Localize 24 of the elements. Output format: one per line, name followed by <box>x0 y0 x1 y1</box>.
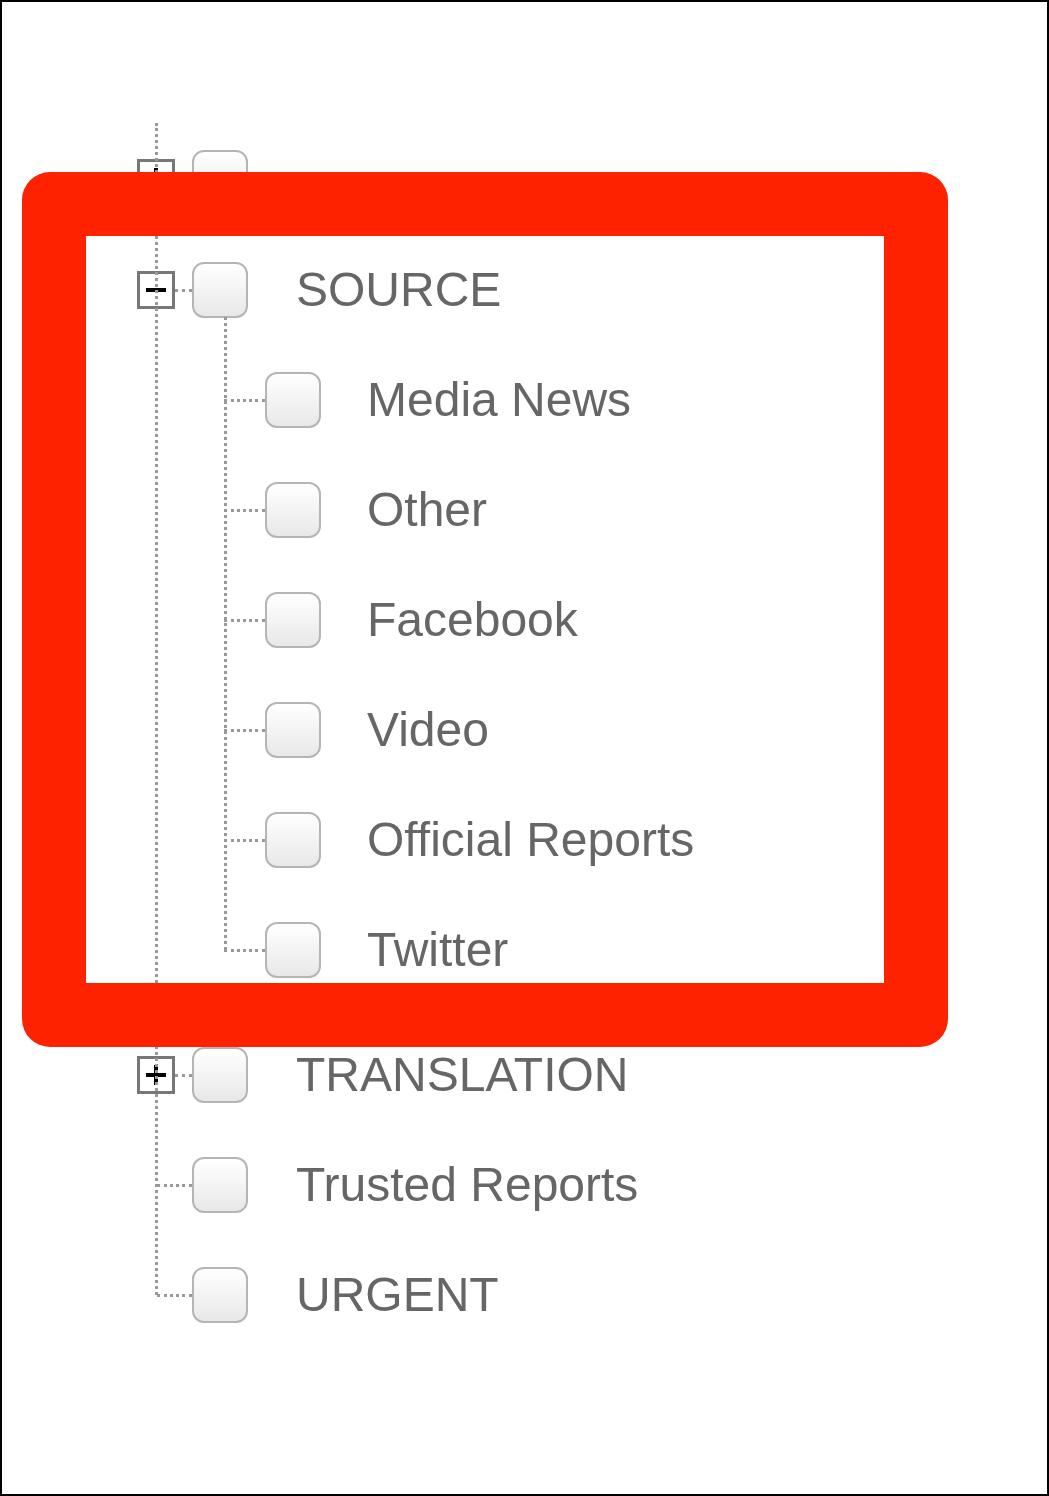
plus-icon <box>146 1065 166 1085</box>
tree-item-label: Media News <box>367 376 632 424</box>
checkbox[interactable] <box>192 1157 248 1213</box>
tree-item-label: Video <box>367 706 489 754</box>
checkbox[interactable] <box>265 702 321 758</box>
checkbox[interactable] <box>265 482 321 538</box>
checkbox[interactable] <box>192 262 248 318</box>
tree-item-label: URGENT <box>296 1271 499 1319</box>
checkbox[interactable] <box>265 372 321 428</box>
checkbox[interactable] <box>265 922 321 978</box>
tree-item-label: TRANSLATION <box>296 1051 629 1099</box>
checkbox[interactable] <box>192 1047 248 1103</box>
tree-item-label: Other <box>367 486 488 534</box>
tree-item-label: Trusted Reports <box>296 1161 639 1209</box>
expander-toggle[interactable] <box>137 271 175 309</box>
tree-item-label: Twitter <box>367 926 509 974</box>
tree-item-label: Official Reports <box>367 816 695 864</box>
checkbox[interactable] <box>265 812 321 868</box>
tree-item-label: SOURCE <box>296 266 502 314</box>
checkbox[interactable] <box>265 592 321 648</box>
expander-toggle[interactable] <box>137 1056 175 1094</box>
checkbox[interactable] <box>192 1267 248 1323</box>
minus-icon <box>146 288 166 292</box>
tree-item-label: Facebook <box>367 596 578 644</box>
